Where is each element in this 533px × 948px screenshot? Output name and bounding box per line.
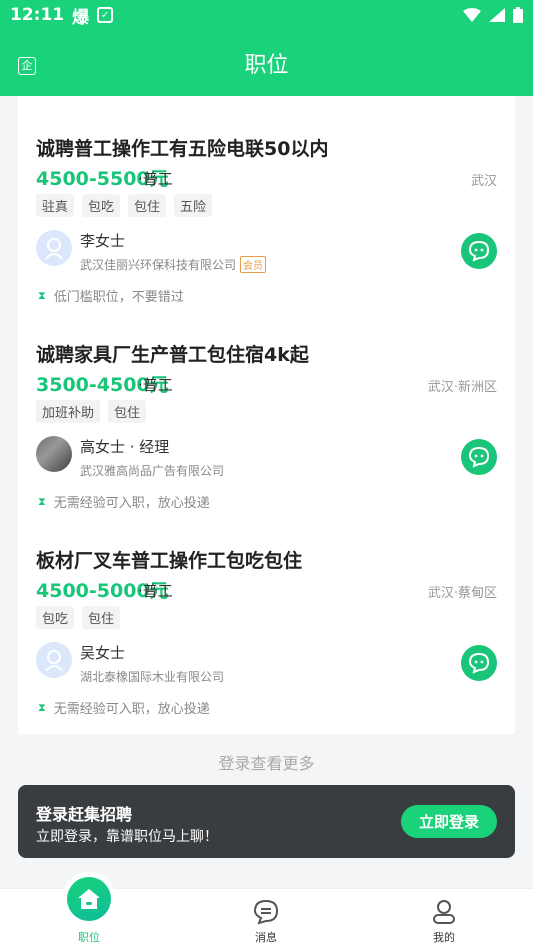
company-label: 武汉佳丽兴环保科技有限公司 — [80, 258, 237, 272]
tab-label: 职位 — [78, 931, 100, 944]
job-card[interactable]: 板材厂叉车普工操作工包吃包住 4500-5000元 ·普工 武汉·蔡甸区 包吃 … — [18, 508, 515, 717]
login-title: 登录赶集招聘 — [36, 805, 133, 824]
status-bar: 12:11 爆 ✓ — [0, 0, 533, 30]
hourglass-icon: ⧗ — [38, 494, 46, 508]
page-title: 职位 — [244, 53, 289, 78]
chat-button[interactable] — [461, 645, 497, 681]
job-tags: 驻真 包吃 包住 五险 — [36, 194, 213, 217]
battery-icon — [513, 7, 523, 23]
recruiter-name: 高女士 · 经理 — [80, 438, 170, 456]
login-prompt: 登录赶集招聘 立即登录，靠谱职位马上聊！ 立即登录 — [18, 785, 515, 858]
job-category: ·普工 — [138, 170, 173, 188]
tab-profile[interactable]: 我的 — [384, 889, 504, 948]
company-label: 湖北泰橡国际木业有限公司 — [80, 670, 225, 684]
home-icon — [78, 889, 100, 909]
home-tab-bubble[interactable] — [62, 872, 116, 926]
job-tag: 包吃 — [82, 194, 121, 217]
hint-text: 无需经验可入职，放心投递 — [53, 702, 210, 717]
job-title: 诚聘家具厂生产普工包住宿4k起 — [36, 344, 309, 366]
job-tags: 包吃 包住 — [36, 606, 121, 629]
job-tag: 驻真 — [36, 194, 75, 217]
status-time: 12:11 — [10, 5, 65, 25]
tab-label: 消息 — [255, 931, 277, 944]
recruiter-name: 李女士 — [80, 232, 126, 250]
status-badge: 爆 — [72, 7, 90, 28]
login-subtitle: 立即登录，靠谱职位马上聊！ — [36, 829, 218, 845]
chat-button[interactable] — [461, 233, 497, 269]
recruiter-name: 吴女士 — [80, 644, 126, 662]
company-name: 武汉雅高尚品广告有限公司 — [80, 462, 224, 479]
job-location: 武汉·蔡甸区 — [427, 586, 497, 601]
job-category: ·普工 — [138, 376, 173, 394]
chat-icon — [468, 652, 490, 674]
wifi-icon — [463, 8, 481, 22]
job-tag: 包住 — [108, 400, 147, 423]
job-list: 诚聘普工操作工有五险电联50以内 4500-5500元 ·普工 武汉 驻真 包吃… — [18, 96, 515, 734]
signal-icon — [489, 8, 505, 22]
home-icon-bg — [67, 877, 111, 921]
job-location: 武汉 — [470, 174, 497, 189]
job-tag: 包住 — [128, 194, 167, 217]
job-tag: 包住 — [82, 606, 121, 629]
company-name: 湖北泰橡国际木业有限公司 — [80, 668, 224, 685]
job-card[interactable]: 诚聘家具厂生产普工包住宿4k起 3500-4500元 ·普工 武汉·新洲区 加班… — [18, 302, 515, 511]
message-icon — [253, 899, 279, 925]
job-hint: ⧗ 无需经验可入职，放心投递 — [38, 698, 210, 718]
hourglass-icon: ⧗ — [38, 700, 46, 714]
job-tag: 五险 — [174, 194, 213, 217]
job-title: 诚聘普工操作工有五险电联50以内 — [36, 138, 329, 160]
job-category: ·普工 — [138, 582, 173, 600]
job-tag: 加班补助 — [36, 400, 101, 423]
tab-messages[interactable]: 消息 — [206, 889, 326, 948]
hourglass-icon: ⧗ — [38, 288, 46, 302]
notification-icon: ✓ — [97, 7, 114, 23]
company-label: 武汉雅高尚品广告有限公司 — [80, 464, 225, 478]
job-location: 武汉·新洲区 — [427, 380, 497, 395]
chat-icon — [468, 446, 490, 468]
login-button[interactable]: 立即登录 — [401, 805, 497, 838]
job-tag: 包吃 — [36, 606, 75, 629]
vip-badge: 会员 — [240, 256, 267, 273]
avatar — [36, 436, 72, 472]
tab-label: 我的 — [433, 931, 455, 944]
job-card[interactable]: 诚聘普工操作工有五险电联50以内 4500-5500元 ·普工 武汉 驻真 包吃… — [18, 96, 515, 305]
app-header: 企 职位 — [0, 30, 533, 96]
default-avatar-icon — [45, 238, 63, 259]
chat-icon — [468, 240, 490, 262]
company-name: 武汉佳丽兴环保科技有限公司 会员 — [80, 256, 267, 273]
job-tags: 加班补助 包住 — [36, 400, 147, 423]
chat-button[interactable] — [461, 439, 497, 475]
enterprise-icon[interactable]: 企 — [18, 57, 36, 75]
default-avatar-icon — [45, 650, 63, 671]
avatar — [36, 642, 72, 678]
avatar — [36, 230, 72, 266]
profile-icon — [433, 900, 455, 924]
job-title: 板材厂叉车普工操作工包吃包住 — [36, 550, 303, 572]
login-more-link[interactable]: 登录查看更多 — [0, 750, 533, 774]
